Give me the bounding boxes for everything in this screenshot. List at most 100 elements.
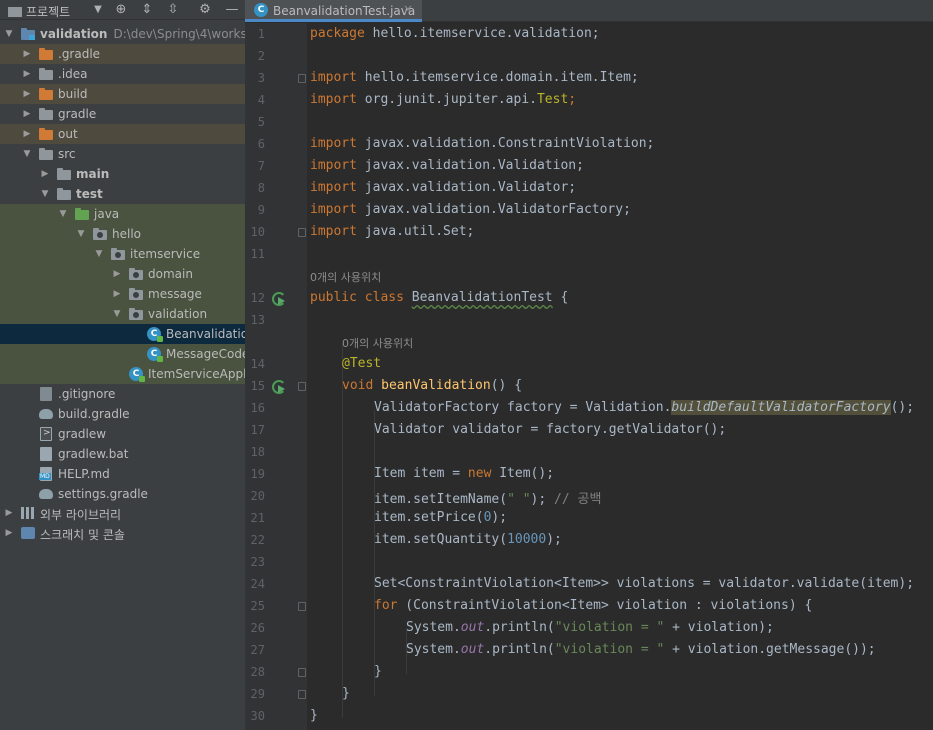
tree-item-label: .idea xyxy=(58,67,88,81)
code-line-10: import java.util.Set; xyxy=(310,224,475,239)
tree-item-scratches[interactable]: ▶ 스크래치 및 콘솔 xyxy=(0,523,245,543)
tree-item-gradle-dir[interactable]: ▶ .gradle xyxy=(0,44,245,64)
tree-item-java[interactable]: ▼ java xyxy=(0,204,245,224)
tree-item-build[interactable]: ▶ build xyxy=(0,84,245,104)
package-icon xyxy=(128,306,144,322)
tree-item-external-libraries[interactable]: ▶ 외부 라이브러리 xyxy=(0,503,245,523)
folder-icon xyxy=(56,166,72,182)
tree-item-validation-module[interactable]: ▼ validation D:\dev\Spring\4\worksp xyxy=(0,24,245,44)
chevron-right-icon[interactable]: ▶ xyxy=(110,264,124,284)
project-panel: 프로젝트 ▼ ⊕ ⇕ ⇳ ⚙ — ▼ validation D:\dev\Spri… xyxy=(0,0,245,730)
expand-all-icon[interactable]: ⇕ xyxy=(139,2,155,18)
indent-guide xyxy=(374,410,375,696)
editor-tab-bar: C BeanvalidationTest.java × xyxy=(245,0,933,22)
tree-item-label: itemservice xyxy=(130,247,201,261)
collapse-all-icon[interactable]: ⇳ xyxy=(165,2,181,18)
tree-item-build-gradle[interactable]: build.gradle xyxy=(0,404,245,424)
folder-icon xyxy=(38,146,54,162)
tree-item-label: gradlew xyxy=(58,427,107,441)
tree-item-domain[interactable]: ▶ domain xyxy=(0,264,245,284)
tab-label: BeanvalidationTest.java xyxy=(273,4,416,18)
chevron-down-icon[interactable]: ▼ xyxy=(20,144,34,164)
minimize-icon[interactable]: — xyxy=(224,2,240,18)
gradle-file-icon xyxy=(38,406,54,422)
chevron-right-icon[interactable]: ▶ xyxy=(20,104,34,124)
chevron-right-icon[interactable]: ▶ xyxy=(110,284,124,304)
tree-item-gradle[interactable]: ▶ gradle xyxy=(0,104,245,124)
tree-item-gitignore[interactable]: .gitignore xyxy=(0,384,245,404)
code-line-26: System.out.println("violation = " + viol… xyxy=(406,620,774,635)
tree-item-itemserviceapplication[interactable]: C ItemServiceApplic xyxy=(0,364,245,384)
chevron-right-icon[interactable]: ▶ xyxy=(20,44,34,64)
line-number: 24 xyxy=(250,577,265,591)
tree-item-main[interactable]: ▶ main xyxy=(0,164,245,184)
chevron-down-icon[interactable]: ▼ xyxy=(110,304,124,324)
package-icon xyxy=(128,266,144,282)
chevron-right-icon[interactable]: ▶ xyxy=(20,124,34,144)
line-number: 5 xyxy=(257,115,265,129)
tree-item-out[interactable]: ▶ out xyxy=(0,124,245,144)
line-number: 27 xyxy=(250,643,265,657)
code-line-21: item.setPrice(0); xyxy=(374,510,508,525)
crosshair-icon[interactable]: ⊕ xyxy=(113,2,129,18)
tree-item-itemservice[interactable]: ▼ itemservice xyxy=(0,244,245,264)
code-line-22: item.setQuantity(10000); xyxy=(374,532,562,547)
gradle-file-icon xyxy=(38,486,54,502)
chevron-down-icon[interactable]: ▼ xyxy=(2,24,16,44)
chevron-right-icon[interactable]: ▶ xyxy=(38,164,52,184)
fold-marker-icon[interactable] xyxy=(298,602,306,611)
tree-item-src[interactable]: ▼ src xyxy=(0,144,245,164)
run-test-method-icon[interactable] xyxy=(272,380,286,394)
tree-item-messagecodes[interactable]: C MessageCodes xyxy=(0,344,245,364)
tree-item-gradlew[interactable]: gradlew xyxy=(0,424,245,444)
tree-item-label: hello xyxy=(112,227,141,241)
tree-item-beanvalidationtest[interactable]: C BeanvalidationTest xyxy=(0,324,245,344)
package-icon xyxy=(110,246,126,262)
tree-item-label: settings.gradle xyxy=(58,487,148,501)
fold-marker-icon[interactable] xyxy=(298,228,306,237)
tab-beanvalidationtest[interactable]: C BeanvalidationTest.java × xyxy=(245,0,422,22)
tree-item-test[interactable]: ▼ test xyxy=(0,184,245,204)
project-title[interactable]: 프로젝트 xyxy=(8,3,70,20)
tree-item-validation-package[interactable]: ▼ validation xyxy=(0,304,245,324)
chevron-right-icon[interactable]: ▶ xyxy=(2,503,16,523)
chevron-right-icon[interactable]: ▶ xyxy=(20,84,34,104)
chevron-right-icon[interactable]: ▶ xyxy=(20,64,34,84)
tree-item-label: gradlew.bat xyxy=(58,447,129,461)
line-number: 21 xyxy=(250,511,265,525)
line-number: 8 xyxy=(257,181,265,195)
line-number: 12 xyxy=(250,291,265,305)
tree-item-message[interactable]: ▶ message xyxy=(0,284,245,304)
tree-item-gradlew-bat[interactable]: gradlew.bat xyxy=(0,444,245,464)
tree-item-idea[interactable]: ▶ .idea xyxy=(0,64,245,84)
fold-marker-icon[interactable] xyxy=(298,382,306,391)
line-number: 23 xyxy=(250,555,265,569)
indent-guide xyxy=(342,344,343,718)
usage-hint[interactable]: 0개의 사용위치 xyxy=(342,335,413,351)
code-line-24: Set<ConstraintViolation<Item>> violation… xyxy=(374,576,915,591)
fold-marker-icon[interactable] xyxy=(298,668,306,677)
line-number: 4 xyxy=(257,93,265,107)
tree-item-label: domain xyxy=(148,267,193,281)
code-line-16: ValidatorFactory factory = Validation.bu… xyxy=(374,400,915,415)
chevron-down-icon[interactable]: ▼ xyxy=(74,224,88,244)
close-icon[interactable]: × xyxy=(403,2,413,16)
tree-item-hello[interactable]: ▼ hello xyxy=(0,224,245,244)
chevron-down-icon[interactable]: ▼ xyxy=(56,204,70,224)
package-icon xyxy=(92,226,108,242)
tree-item-settings-gradle[interactable]: settings.gradle xyxy=(0,484,245,504)
run-test-class-icon[interactable] xyxy=(272,292,286,306)
line-number: 7 xyxy=(257,159,265,173)
chevron-right-icon[interactable]: ▶ xyxy=(2,523,16,543)
chevron-down-icon[interactable]: ▼ xyxy=(92,244,106,264)
fold-marker-icon[interactable] xyxy=(298,74,306,83)
code-area[interactable]: package hello.itemservice.validation; im… xyxy=(307,23,933,730)
dropdown-icon[interactable]: ▼ xyxy=(90,2,106,18)
tree-item-help-md[interactable]: HELP.md xyxy=(0,464,245,484)
gitignore-file-icon xyxy=(38,386,54,402)
chevron-down-icon[interactable]: ▼ xyxy=(38,184,52,204)
fold-marker-icon[interactable] xyxy=(298,690,306,699)
usage-hint[interactable]: 0개의 사용위치 xyxy=(310,269,381,285)
gear-icon[interactable]: ⚙ xyxy=(197,2,213,18)
line-number: 13 xyxy=(250,313,265,327)
